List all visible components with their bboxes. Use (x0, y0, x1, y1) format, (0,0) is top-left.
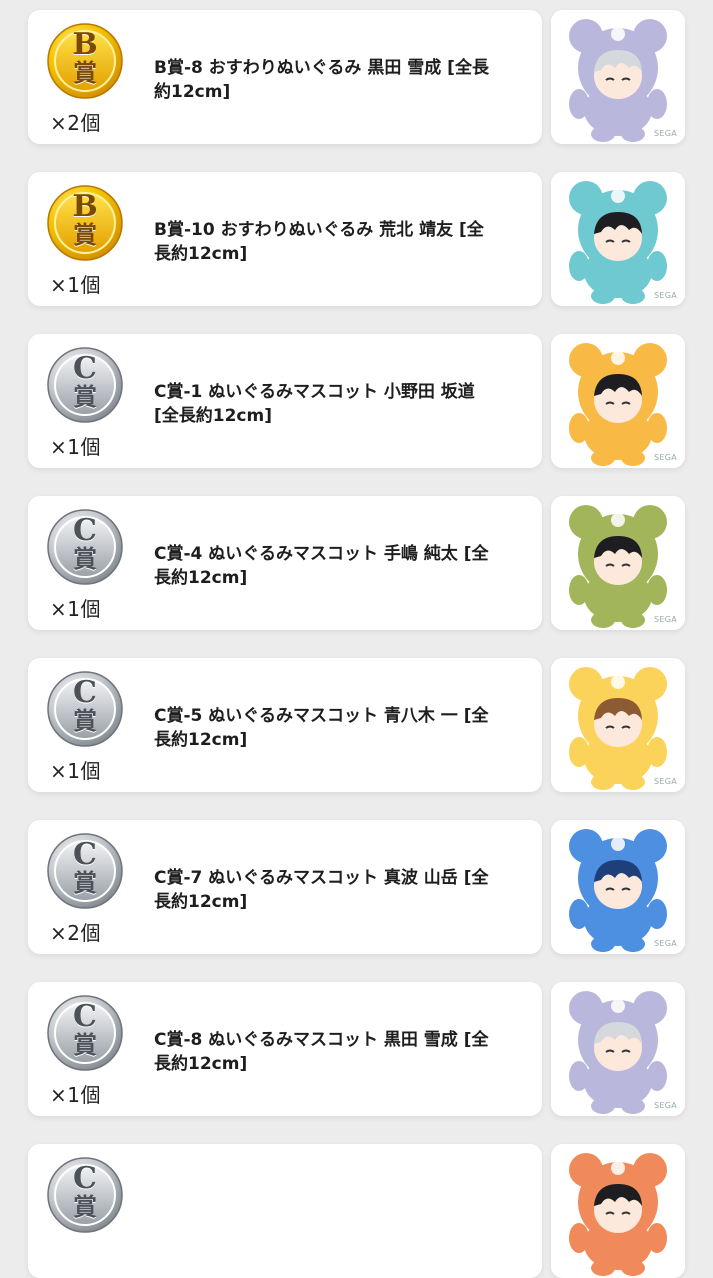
watermark: SEGA (653, 615, 677, 624)
plush-illustration (551, 334, 685, 468)
lavender-bear-plush-image[interactable]: SEGA (551, 10, 685, 144)
prize-row: C賞 C 賞 ×1個 C賞-1 ぬいぐるみマスコット 小野田 坂道 [全長約12… (28, 334, 685, 468)
silver-prize-medal-icon: C賞 C 賞 (46, 994, 124, 1072)
quantity-label: ×1個 (50, 759, 101, 783)
plush-illustration (551, 10, 685, 144)
plush-illustration (551, 820, 685, 954)
prize-title: C賞-8 ぬいぐるみマスコット 黒田 雪成 [全長約12cm] (154, 1030, 489, 1074)
prize-card[interactable]: C賞 C 賞 ×1個 C賞-1 ぬいぐるみマスコット 小野田 坂道 [全長約12… (28, 334, 542, 468)
lavender-bear-plush-image[interactable]: SEGA (551, 982, 685, 1116)
plush-illustration (551, 172, 685, 306)
prize-card[interactable]: B賞 B 賞 ×2個 B賞-8 おすわりぬいぐるみ 黒田 雪成 [全長約12cm… (28, 10, 542, 144)
prize-card[interactable]: C賞 C 賞 ×1個 C賞-5 ぬいぐるみマスコット 青八木 一 [全長約12c… (28, 658, 542, 792)
silver-prize-medal-icon: C賞 C 賞 (46, 832, 124, 910)
quantity-label: ×2個 (50, 921, 101, 945)
prize-row: C賞 C 賞 (28, 1144, 685, 1278)
prize-card[interactable]: C賞 C 賞 ×2個 C賞-7 ぬいぐるみマスコット 真波 山岳 [全長約12c… (28, 820, 542, 954)
prize-title: C賞-7 ぬいぐるみマスコット 真波 山岳 [全長約12cm] (154, 868, 489, 912)
silver-prize-medal-icon: C賞 C 賞 (46, 508, 124, 586)
quantity-label: ×1個 (50, 597, 101, 621)
prize-card[interactable]: C賞 C 賞 ×1個 C賞-8 ぬいぐるみマスコット 黒田 雪成 [全長約12c… (28, 982, 542, 1116)
prize-title: C賞-4 ぬいぐるみマスコット 手嶋 純太 [全長約12cm] (154, 544, 489, 588)
gold-prize-medal-icon: B賞 B 賞 (46, 184, 124, 262)
yellow-bear-plush-image[interactable]: SEGA (551, 658, 685, 792)
quantity-label: ×2個 (50, 111, 101, 135)
prize-row: C賞 C 賞 ×1個 C賞-8 ぬいぐるみマスコット 黒田 雪成 [全長約12c… (28, 982, 685, 1116)
plush-illustration (551, 496, 685, 630)
green-bear-plush-image[interactable]: SEGA (551, 496, 685, 630)
silver-prize-medal-icon: C賞 C 賞 (46, 346, 124, 424)
prize-card[interactable]: C賞 C 賞 ×1個 C賞-4 ぬいぐるみマスコット 手嶋 純太 [全長約12c… (28, 496, 542, 630)
watermark: SEGA (653, 129, 677, 138)
prize-title: B賞-8 おすわりぬいぐるみ 黒田 雪成 [全長約12cm] (154, 58, 489, 102)
quantity-label: ×1個 (50, 435, 101, 459)
silver-prize-medal-icon: C賞 C 賞 (46, 670, 124, 748)
prize-card[interactable]: C賞 C 賞 (28, 1144, 542, 1278)
gold-prize-medal-icon: B賞 B 賞 (46, 22, 124, 100)
plush-illustration (551, 1144, 685, 1278)
watermark: SEGA (653, 1101, 677, 1110)
quantity-label: ×1個 (50, 1083, 101, 1107)
watermark: SEGA (653, 939, 677, 948)
quantity-label: ×1個 (50, 273, 101, 297)
watermark: SEGA (653, 291, 677, 300)
plush-illustration (551, 982, 685, 1116)
silver-prize-medal-icon: C賞 C 賞 (46, 1156, 124, 1234)
orange-bear-plush-image[interactable]: SEGA (551, 334, 685, 468)
prize-row: C賞 C 賞 ×1個 C賞-4 ぬいぐるみマスコット 手嶋 純太 [全長約12c… (28, 496, 685, 630)
plush-illustration (551, 658, 685, 792)
prize-row: B賞 B 賞 ×1個 B賞-10 おすわりぬいぐるみ 荒北 靖友 [全長約12c… (28, 172, 685, 306)
prize-row: B賞 B 賞 ×2個 B賞-8 おすわりぬいぐるみ 黒田 雪成 [全長約12cm… (28, 10, 685, 144)
prize-card[interactable]: B賞 B 賞 ×1個 B賞-10 おすわりぬいぐるみ 荒北 靖友 [全長約12c… (28, 172, 542, 306)
watermark: SEGA (653, 777, 677, 786)
prize-row: C賞 C 賞 ×1個 C賞-5 ぬいぐるみマスコット 青八木 一 [全長約12c… (28, 658, 685, 792)
coral-bear-plush-image[interactable] (551, 1144, 685, 1278)
blue-bear-plush-image[interactable]: SEGA (551, 820, 685, 954)
prize-title: C賞-1 ぬいぐるみマスコット 小野田 坂道 [全長約12cm] (154, 382, 475, 426)
prize-row: C賞 C 賞 ×2個 C賞-7 ぬいぐるみマスコット 真波 山岳 [全長約12c… (28, 820, 685, 954)
watermark: SEGA (653, 453, 677, 462)
prize-title: C賞-5 ぬいぐるみマスコット 青八木 一 [全長約12cm] (154, 706, 489, 750)
teal-bear-plush-image[interactable]: SEGA (551, 172, 685, 306)
prize-title: B賞-10 おすわりぬいぐるみ 荒北 靖友 [全長約12cm] (154, 220, 484, 264)
